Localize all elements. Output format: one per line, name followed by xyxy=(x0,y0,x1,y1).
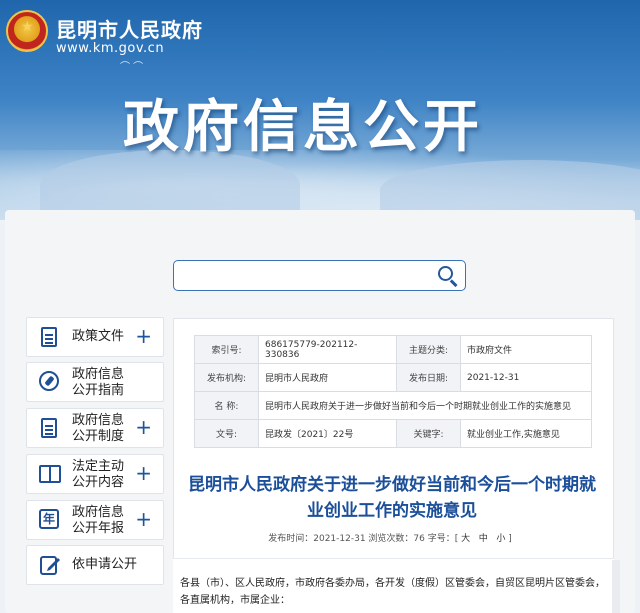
sidebar-item-label: 公开制度 xyxy=(72,429,125,444)
table-row: 名 称: 昆明市人民政府关于进一步做好当前和今后一个时期就业创业工作的实施意见 xyxy=(194,391,592,420)
expand-icon[interactable]: + xyxy=(135,509,152,529)
keyword-label: 关键字: xyxy=(396,419,461,448)
topic-label: 主题分类: xyxy=(396,335,461,364)
publish-info-suffix: ] xyxy=(508,534,512,544)
issuer-value: 昆明市人民政府 xyxy=(258,363,397,392)
table-row: 发布机构: 昆明市人民政府 发布日期: 2021-12-31 xyxy=(194,363,592,392)
font-size-large-button[interactable]: 大 xyxy=(461,534,470,544)
birds-icon: ⌒ ⌒ xyxy=(120,62,144,73)
name-label: 名 称: xyxy=(194,391,259,420)
sidebar-item-label: 政府信息 xyxy=(72,367,125,382)
sidebar-item-label: 政策文件 xyxy=(72,329,125,344)
font-size-small-button[interactable]: 小 xyxy=(496,534,505,544)
expand-icon[interactable]: + xyxy=(135,417,152,437)
section-title: 政府信息公开 xyxy=(123,95,483,160)
expand-icon[interactable]: + xyxy=(135,326,152,346)
font-size-medium-button[interactable]: 中 xyxy=(479,534,488,544)
sidebar-item-policy-documents[interactable]: 政策文件 + xyxy=(26,317,164,357)
expand-icon[interactable]: + xyxy=(135,463,152,483)
scrollbar[interactable] xyxy=(612,560,620,613)
sidebar-item-disclosure-system[interactable]: 政府信息 公开制度 + xyxy=(26,408,164,448)
site-name[interactable]: 昆明市人民政府 xyxy=(56,14,203,43)
sidebar-item-on-request[interactable]: 依申请公开 xyxy=(26,545,164,585)
topic-value: 市政府文件 xyxy=(460,335,592,364)
table-row: 文号: 昆政发〔2021〕22号 关键字: 就业创业工作,实施意见 xyxy=(194,419,592,448)
publish-info: 发布时间：2021-12-31 浏览次数：76 字号：[ xyxy=(268,534,459,544)
document-body: 各县（市）、区人民政府，市政府各委办局，各开发（度假）区管委会，自贸区昆明片区管… xyxy=(180,578,605,606)
document-icon xyxy=(41,327,57,347)
index-label: 索引号: xyxy=(194,335,259,364)
date-label: 发布日期: xyxy=(396,363,461,392)
national-emblem-icon: ★ xyxy=(6,10,48,52)
index-value: 686175779-202112-330836 xyxy=(258,335,397,364)
docno-value: 昆政发〔2021〕22号 xyxy=(258,419,397,448)
sidebar-item-disclosure-guide[interactable]: 政府信息 公开指南 xyxy=(26,362,164,402)
sidebar-item-statutory-content[interactable]: 法定主动 公开内容 + xyxy=(26,454,164,494)
search-button[interactable] xyxy=(434,262,462,289)
sidebar-item-label: 公开指南 xyxy=(72,383,125,398)
year-icon: 年 xyxy=(39,509,59,529)
issuer-label: 发布机构: xyxy=(194,363,259,392)
sidebar-item-label: 政府信息 xyxy=(72,413,125,428)
document-title: 昆明市人民政府关于进一步做好当前和今后一个时期就业创业工作的实施意见 xyxy=(188,475,596,521)
document-icon xyxy=(41,418,57,438)
date-value: 2021-12-31 xyxy=(460,363,592,392)
table-row: 索引号: 686175779-202112-330836 主题分类: 市政府文件 xyxy=(194,335,592,364)
keyword-value: 就业创业工作,实施意见 xyxy=(460,419,592,448)
sidebar-item-label: 政府信息 xyxy=(72,505,125,520)
docno-label: 文号: xyxy=(194,419,259,448)
book-icon xyxy=(39,465,61,483)
site-url: www.km.gov.cn xyxy=(56,41,165,56)
search-input[interactable] xyxy=(173,260,466,291)
document-info: 发布时间：2021-12-31 浏览次数：76 字号：[ 大 中 小 ] xyxy=(180,531,600,544)
edit-icon xyxy=(40,556,60,575)
sidebar-item-label: 公开年报 xyxy=(72,521,125,536)
sidebar-item-annual-report[interactable]: 年 政府信息 公开年报 + xyxy=(26,500,164,540)
sidebar-item-label: 公开内容 xyxy=(72,475,125,490)
compass-icon xyxy=(39,371,59,391)
sidebar-item-label: 法定主动 xyxy=(72,459,125,474)
name-value: 昆明市人民政府关于进一步做好当前和今后一个时期就业创业工作的实施意见 xyxy=(258,391,592,420)
metadata-table: 索引号: 686175779-202112-330836 主题分类: 市政府文件… xyxy=(194,335,592,448)
sidebar-item-label: 依申请公开 xyxy=(72,557,138,572)
